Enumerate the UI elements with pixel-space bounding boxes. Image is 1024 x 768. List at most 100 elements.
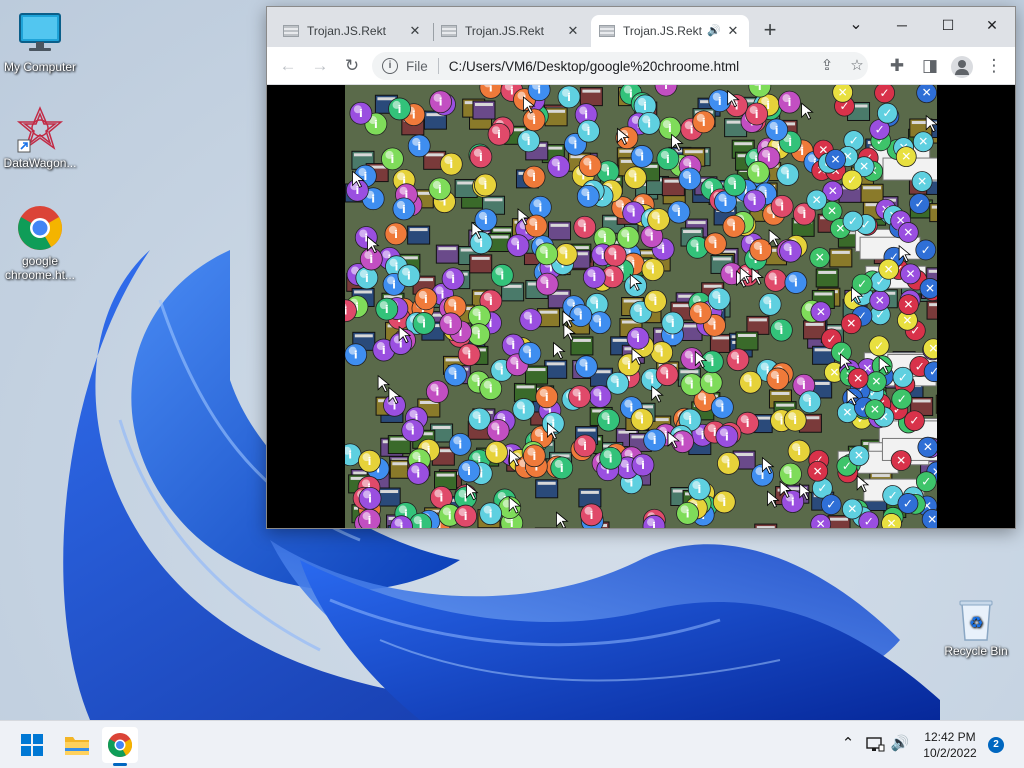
svg-text:i: i: [392, 278, 396, 291]
svg-text:i: i: [532, 171, 536, 184]
svg-text:i: i: [587, 125, 591, 138]
svg-text:i: i: [479, 237, 483, 250]
svg-text:✕: ✕: [917, 175, 927, 189]
desktop-icon-recycle-bin[interactable]: ♻ Recycle Bin: [936, 598, 1016, 658]
chrome-taskbar-button[interactable]: [102, 727, 138, 763]
desktop-icon-datawagon[interactable]: DataWagon...: [0, 106, 80, 170]
svg-text:i: i: [567, 91, 571, 104]
svg-text:✕: ✕: [827, 204, 837, 218]
svg-text:i: i: [497, 128, 501, 141]
svg-text:✕: ✕: [831, 153, 841, 167]
svg-text:i: i: [578, 391, 582, 404]
tab-2[interactable]: Trojan.JS.Rekt ✕: [433, 15, 589, 47]
svg-text:i: i: [458, 438, 462, 451]
site-info-icon[interactable]: i: [382, 58, 398, 74]
svg-text:✕: ✕: [829, 365, 839, 379]
tab-search-button[interactable]: ⌄: [833, 11, 879, 39]
tab-close-icon[interactable]: ✕: [725, 23, 741, 39]
url-scheme: File: [406, 58, 428, 74]
omnibox-divider: [437, 58, 439, 74]
audio-playing-icon[interactable]: 🔊: [707, 23, 721, 39]
glitch-icon-flood: i i i i i i i i i i i i i i i i i i i i i i i i i i i i i i i i i i i i i i i i…: [345, 85, 937, 528]
svg-text:i: i: [439, 96, 443, 109]
svg-text:i: i: [454, 369, 458, 382]
profile-avatar-icon[interactable]: [951, 56, 973, 78]
side-panel-icon[interactable]: ◨: [917, 53, 943, 79]
svg-text:i: i: [717, 293, 721, 306]
svg-text:i: i: [385, 303, 389, 316]
datawagon-icon: [16, 106, 64, 154]
desktop-icon-google-chroome[interactable]: google chroome.ht...: [0, 204, 80, 282]
svg-text:✕: ✕: [815, 251, 825, 265]
network-icon[interactable]: [864, 733, 886, 755]
svg-text:i: i: [650, 231, 654, 244]
svg-text:i: i: [767, 152, 771, 165]
svg-text:✓: ✓: [897, 392, 907, 406]
address-bar[interactable]: i File C:/Users/VM6/Desktop/google%20chr…: [372, 52, 868, 80]
svg-text:i: i: [398, 103, 402, 116]
svg-text:i: i: [736, 354, 740, 367]
share-icon[interactable]: ⇪: [815, 52, 839, 80]
svg-text:✕: ✕: [854, 449, 864, 463]
svg-text:✓: ✓: [857, 277, 867, 291]
svg-text:i: i: [802, 379, 806, 392]
svg-text:i: i: [484, 179, 488, 192]
svg-text:i: i: [779, 324, 783, 337]
svg-text:i: i: [422, 317, 426, 330]
svg-text:i: i: [522, 403, 526, 416]
svg-text:i: i: [538, 201, 542, 214]
svg-text:i: i: [515, 359, 519, 372]
svg-text:i: i: [603, 232, 607, 245]
svg-text:i: i: [666, 153, 670, 166]
svg-text:i: i: [592, 271, 596, 284]
svg-text:✓: ✓: [826, 498, 836, 512]
svg-text:i: i: [696, 241, 700, 254]
svg-text:i: i: [699, 307, 703, 320]
svg-text:i: i: [369, 253, 373, 266]
svg-text:✕: ✕: [905, 267, 915, 281]
tab-close-icon[interactable]: ✕: [565, 23, 581, 39]
chrome-icon: [107, 733, 133, 758]
new-tab-button[interactable]: +: [758, 19, 782, 43]
windows-start-icon[interactable]: [14, 727, 50, 763]
reload-button[interactable]: ↻: [339, 53, 365, 79]
desktop-icon-my-computer[interactable]: My Computer: [0, 10, 80, 74]
svg-text:✓: ✓: [929, 365, 937, 379]
tab-1[interactable]: Trojan.JS.Rekt ✕: [275, 15, 431, 47]
svg-text:i: i: [598, 317, 602, 330]
svg-text:i: i: [797, 445, 801, 458]
forward-button[interactable]: →: [307, 53, 333, 79]
tab-close-icon[interactable]: ✕: [407, 23, 423, 39]
bookmark-star-icon[interactable]: ☆: [845, 52, 869, 80]
system-clock[interactable]: 12:42 PM 10/2/2022: [912, 729, 988, 761]
svg-text:i: i: [776, 373, 780, 386]
svg-text:i: i: [613, 249, 617, 262]
svg-text:i: i: [496, 424, 500, 437]
svg-text:✕: ✕: [838, 85, 848, 99]
page-viewport[interactable]: i i i i i i i i i i i i i i i i i i i i i i i i i i i i i i i i i i i i i i i i…: [267, 85, 1015, 528]
file-explorer-icon[interactable]: [59, 727, 95, 763]
tab-title: Trojan.JS.Rekt: [623, 24, 702, 38]
close-window-button[interactable]: ✕: [969, 11, 1015, 39]
svg-text:i: i: [511, 339, 515, 352]
tab-3-active[interactable]: Trojan.JS.Rekt 🔊 ✕: [591, 15, 749, 47]
chevron-up-icon[interactable]: ⌃: [837, 733, 859, 755]
back-button[interactable]: ←: [275, 53, 301, 79]
maximize-button[interactable]: ☐: [925, 11, 971, 39]
svg-text:i: i: [478, 310, 482, 323]
svg-text:i: i: [500, 269, 504, 282]
svg-text:i: i: [411, 425, 415, 438]
volume-icon[interactable]: 🔊: [889, 733, 911, 755]
svg-text:i: i: [500, 364, 504, 377]
more-menu-icon[interactable]: ⋮: [981, 53, 1007, 79]
svg-text:i: i: [654, 295, 658, 308]
svg-text:i: i: [545, 248, 549, 261]
minimize-button[interactable]: ─: [879, 11, 925, 39]
extensions-puzzle-icon[interactable]: ✚: [884, 53, 910, 79]
page-favicon-icon: [441, 25, 457, 37]
notification-badge[interactable]: 2: [988, 737, 1004, 753]
url-text[interactable]: C:/Users/VM6/Desktop/google%20chroome.ht…: [449, 59, 739, 74]
svg-text:i: i: [724, 196, 728, 209]
svg-text:i: i: [545, 391, 549, 404]
svg-text:i: i: [794, 276, 798, 289]
